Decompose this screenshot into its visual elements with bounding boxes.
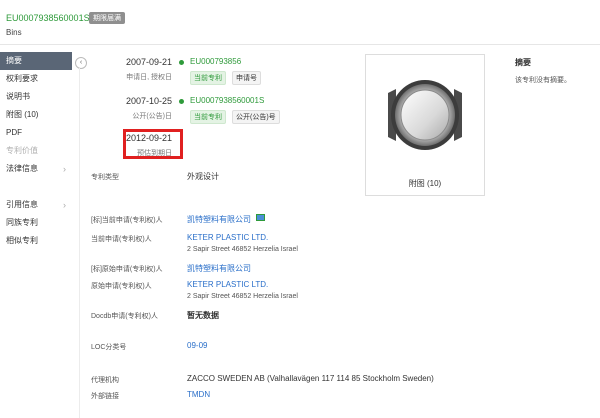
- docdb-applicant-label: Docdb申请(专利权)人: [91, 313, 158, 320]
- loc-class-link[interactable]: 09-09: [187, 341, 207, 350]
- original-applicant-std-link[interactable]: 凯特塑料有限公司: [187, 263, 251, 274]
- original-applicant-address: 2 Sapir Street 46852 Herzelia Israel: [187, 293, 298, 300]
- expiry-highlight: [123, 129, 183, 159]
- original-applicant-std-label: [标]原始申请(专利权)人: [91, 266, 163, 273]
- patent-figure-thumbnail[interactable]: 附图 (10): [365, 54, 485, 196]
- original-applicant-label: 原始申请(专利权)人: [91, 283, 152, 290]
- application-date-label: 申请日, 授权日: [126, 74, 172, 81]
- sidebar-item-claims[interactable]: 权利要求: [0, 70, 72, 88]
- current-applicant-std-label: [标]当前申请(专利权)人: [91, 217, 163, 224]
- abstract-text: 该专利没有摘要。: [515, 77, 571, 84]
- application-number-link[interactable]: EU000793856: [190, 57, 241, 66]
- original-applicant-link[interactable]: KETER PLASTIC LTD.: [187, 280, 268, 289]
- sidebar-item-description[interactable]: 说明书: [0, 88, 72, 106]
- agency-value: ZACCO SWEDEN AB (Valhallavägen 117 114 8…: [187, 374, 434, 383]
- chevron-right-icon: ›: [63, 200, 66, 210]
- external-link-tmdn[interactable]: TMDN: [187, 390, 210, 399]
- current-applicant-std-link[interactable]: 凯特塑料有限公司: [187, 214, 251, 225]
- abstract-title: 摘要: [515, 58, 531, 67]
- external-link-label: 外部链接: [91, 393, 119, 400]
- israel-flag-icon: [256, 214, 265, 221]
- timeline-dot: [179, 60, 184, 65]
- sidebar-item-abstract[interactable]: 摘要: [0, 52, 72, 70]
- bin-lid-image: [388, 80, 462, 150]
- sidebar-item-family[interactable]: 同族专利: [0, 214, 72, 232]
- status-badge: 期限届满: [89, 12, 125, 24]
- chevron-right-icon: ›: [63, 164, 66, 174]
- sidebar-item-similar[interactable]: 相似专利: [0, 232, 72, 250]
- patent-type-value: 外观设计: [187, 172, 219, 181]
- timeline-dot: [179, 99, 184, 104]
- agency-label: 代理机构: [91, 377, 119, 384]
- patent-number[interactable]: EU0007938560001S: [6, 13, 90, 23]
- current-applicant-address: 2 Sapir Street 46852 Herzelia Israel: [187, 246, 298, 253]
- application-date: 2007-09-21: [125, 57, 172, 67]
- docdb-applicant-value: 暂无数据: [187, 311, 219, 320]
- current-patent-tag: 当前专利: [190, 71, 226, 85]
- current-applicant-link[interactable]: KETER PLASTIC LTD.: [187, 233, 268, 242]
- sidebar-nav: 摘要 权利要求 说明书 附图 (10) PDF 专利价值 法律信息 › 引用信息 ›…: [0, 52, 72, 250]
- current-applicant-label: 当前申请(专利权)人: [91, 236, 152, 243]
- application-number-tag: 申请号: [232, 71, 261, 85]
- patent-type-label: 专利类型: [91, 174, 119, 181]
- publication-date: 2007-10-25: [125, 96, 172, 106]
- sidebar-item-figures[interactable]: 附图 (10): [0, 106, 72, 124]
- patent-header: EU0007938560001S 期限届满 Bins: [0, 0, 600, 45]
- sidebar-item-citations[interactable]: 引用信息 ›: [0, 196, 72, 214]
- sidebar-item-patent-value: 专利价值: [6, 146, 38, 155]
- current-patent-tag: 当前专利: [190, 110, 226, 124]
- publication-number-link[interactable]: EU0007938560001S: [190, 96, 264, 105]
- loc-class-label: LOC分类号: [91, 344, 127, 351]
- figure-caption[interactable]: 附图 (10): [366, 178, 484, 189]
- publication-number-tag: 公开(公告)号: [232, 110, 280, 124]
- sidebar-item-legal-info[interactable]: 法律信息 ›: [0, 160, 72, 178]
- sidebar-item-pdf[interactable]: PDF: [0, 124, 72, 142]
- patent-title: Bins: [6, 28, 22, 37]
- publication-date-label: 公开(公告)日: [132, 113, 172, 120]
